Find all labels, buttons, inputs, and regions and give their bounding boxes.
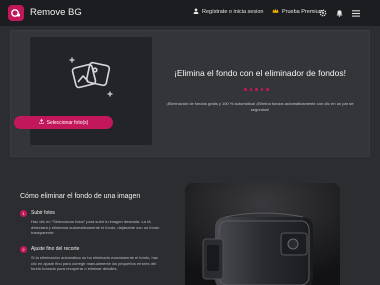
gear-icon[interactable] bbox=[317, 7, 329, 19]
hero-title: ¡Elimina el fondo con el eliminador de f… bbox=[174, 68, 346, 78]
step-1-text: Haz clic en "Seleccionar fotos" para sub… bbox=[31, 219, 160, 235]
premium-link[interactable]: Prueba Premium bbox=[272, 8, 323, 16]
photos-icon bbox=[64, 52, 118, 100]
step-2-title: Ajuste fino del recorte bbox=[31, 246, 80, 252]
example-product-image bbox=[185, 183, 340, 285]
bell-icon[interactable] bbox=[333, 7, 345, 19]
step-2-text: Si la eliminación automática no ha elimi… bbox=[31, 255, 158, 271]
step-1-title: Subir fotos bbox=[31, 210, 55, 216]
hero-description: ¡Eliminación de fondos gratis y 100 % au… bbox=[166, 101, 354, 112]
app-logo[interactable] bbox=[8, 5, 24, 21]
user-icon bbox=[193, 8, 199, 16]
select-photos-label: Seleccionar foto(s) bbox=[46, 119, 89, 126]
decorative-dots bbox=[244, 88, 269, 91]
step-2-badge: 2 bbox=[20, 246, 27, 253]
select-photos-button[interactable]: Seleccionar foto(s) bbox=[14, 116, 113, 129]
upload-icon bbox=[38, 119, 44, 126]
app-title: Remove BG bbox=[30, 7, 82, 18]
login-label: Regístrate o inicia sesion bbox=[202, 9, 264, 15]
login-link[interactable]: Regístrate o inicia sesion bbox=[193, 8, 263, 16]
menu-icon[interactable] bbox=[350, 7, 362, 19]
top-bar: Remove BG Regístrate o inicia sesion Pru… bbox=[0, 0, 380, 26]
crown-icon bbox=[272, 8, 279, 16]
step-1-badge: 1 bbox=[20, 210, 27, 217]
howto-title: Cómo eliminar el fondo de una imagen bbox=[20, 193, 141, 200]
